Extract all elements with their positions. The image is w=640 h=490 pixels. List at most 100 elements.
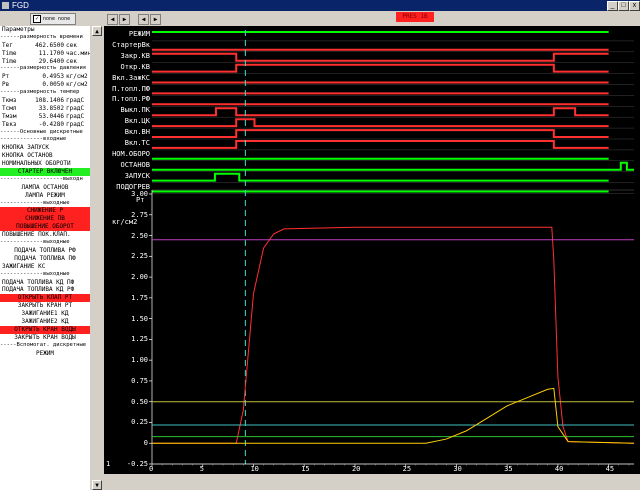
toolbar: ✓ none none ◀ ▶ ◀ ▶ xyxy=(0,11,640,26)
signal-row: СНИЖЕНИЕ Р xyxy=(0,207,90,216)
chart-canvas xyxy=(149,30,635,467)
section-separator: -------------------выходн xyxy=(0,175,83,182)
signal-row: ОТКРЫТЬ КЛАП РТ xyxy=(0,294,90,303)
discrete-label: Вкл.ЦК xyxy=(124,117,150,126)
discrete-signal-trace xyxy=(152,52,609,62)
discrete-signal-trace xyxy=(152,161,634,171)
param-unit: градС xyxy=(66,120,85,128)
param-value: 53.0446 xyxy=(38,112,64,120)
checkbox-mark: ✓ xyxy=(33,14,41,23)
section-separator: ------размерность темпер xyxy=(0,89,80,96)
x-tick-label: 5 xyxy=(199,465,204,473)
signal-row: КНОПКА ОСТАНОВ xyxy=(2,152,53,160)
param-value: 29.6400 xyxy=(38,57,64,65)
param-row: Тмзм 53.0446 градС xyxy=(0,113,90,121)
x-tick-label: 20 xyxy=(351,465,361,473)
checkbox-label: none none xyxy=(43,16,71,22)
discrete-label: Закр.КВ xyxy=(120,51,150,60)
y-tick-label: 2.50 xyxy=(131,231,148,240)
param-row: Ткмз 108.1406 градС xyxy=(0,97,90,105)
signal-row: ПОДАЧА ТОПЛИВА ПФ xyxy=(14,254,76,262)
x-tick-label: 45 xyxy=(605,465,615,473)
param-label: Time xyxy=(2,49,17,57)
signal-row: ЗАЖИГАНИЕ2 КД xyxy=(21,317,69,325)
param-label: Тмзм xyxy=(2,112,17,120)
param-row: Pт 0.4953 кг/см2 xyxy=(0,73,90,81)
signal-row: СТАРТЕР ВКЛЮЧЕН xyxy=(0,168,90,176)
scroll-down-icon[interactable]: ▼ xyxy=(92,480,102,490)
param-unit: кг/см2 xyxy=(66,81,88,89)
y-tick-label: 0 xyxy=(143,439,148,448)
y-tick-label: 2.75 xyxy=(131,210,148,219)
analog-unit-label: кг/см2 xyxy=(112,218,138,226)
signal-row: ПОДАЧА ТОПЛИВА РФ xyxy=(14,246,76,254)
section-separator: -------------входные xyxy=(0,136,67,143)
param-value: 108.1406 xyxy=(35,97,64,105)
param-unit: градС xyxy=(66,112,85,120)
param-value: 0.0050 xyxy=(42,81,64,89)
discrete-label: СтартерВк xyxy=(112,40,150,49)
signal-row: Параметры xyxy=(2,26,35,33)
window-title: FGD xyxy=(12,1,29,10)
trend-chart[interactable]: РЕЖИМ СтартерВк Закр.КВ Откр.КВ Вкл.ЗажКС П.т… xyxy=(104,26,640,490)
param-unit: сек xyxy=(66,57,77,65)
y-tick-label: 0.25 xyxy=(131,418,148,427)
section-separator: -------------выходные xyxy=(0,199,70,206)
bottom-marker: 1 xyxy=(106,460,111,468)
param-value: 0.4953 xyxy=(42,73,64,81)
x-tick-label: 40 xyxy=(554,465,564,473)
page-prev-button[interactable]: ◀ xyxy=(138,14,149,25)
close-button[interactable]: x xyxy=(629,1,640,11)
analog-series-line xyxy=(152,226,635,444)
y-tick-label: 1.00 xyxy=(131,356,148,365)
discrete-label: Откр.КВ xyxy=(120,62,150,71)
y-tick-label: -0.25 xyxy=(126,460,148,468)
param-unit: кг/см2 xyxy=(66,73,88,81)
param-unit: сек xyxy=(66,41,77,49)
discrete-label: П.топл.РФ xyxy=(112,95,150,104)
param-unit: градС xyxy=(66,104,85,112)
y-tick-label: 1.75 xyxy=(131,293,148,302)
signal-row: ЛАМПА ОСТАНОВ xyxy=(21,183,69,191)
signal-row: ЗАКРЫТЬ КРАН ВОДЫ xyxy=(14,333,76,341)
discrete-signal-trace xyxy=(152,129,609,138)
signal-row: РЕЖИМ xyxy=(35,349,55,357)
signal-row: ЗАЖИГАНИЕ КС xyxy=(2,262,46,270)
view-checkbox[interactable]: ✓ none none xyxy=(30,13,76,25)
signal-row: ПОВЫШЕНИЕ ПОК.КЛАП. xyxy=(2,231,71,239)
discrete-signal-trace xyxy=(152,107,609,117)
page-next-button[interactable]: ▶ xyxy=(150,14,161,25)
y-tick-label: 0.50 xyxy=(131,397,148,406)
param-unit: час.мин xyxy=(66,49,90,57)
discrete-label: Вкл.ТС xyxy=(124,139,150,147)
scroll-up-icon[interactable]: ▲ xyxy=(92,26,102,36)
maximize-button[interactable]: □ xyxy=(618,1,629,11)
signal-row: ЗАКРЫТЬ КРАН РТ xyxy=(17,302,73,310)
x-tick-label: 15 xyxy=(301,465,310,473)
param-row: Pв 0.0050 кг/см2 xyxy=(0,81,90,89)
section-separator: -------------выходные xyxy=(0,239,70,246)
discrete-label: Вкл.ВН xyxy=(124,128,150,137)
vertical-scrollbar[interactable]: ▲ ▼ xyxy=(92,26,102,490)
param-unit: градС xyxy=(66,97,85,105)
y-tick-label: 2.00 xyxy=(131,273,148,282)
signal-row: ПОВЫШЕНИЕ ОБОРОТ xyxy=(0,223,90,232)
param-label: Pт xyxy=(2,73,10,81)
signal-row: ЛАМПА РЕЖИМ xyxy=(25,191,65,199)
scroll-left-button[interactable]: ◀ xyxy=(107,14,118,25)
y-tick-label: 3.00 xyxy=(131,190,148,198)
discrete-signal-trace xyxy=(152,63,609,73)
param-row: Time 29.6400 сек xyxy=(0,58,90,66)
discrete-signal-trace xyxy=(152,118,609,128)
scroll-right-button[interactable]: ▶ xyxy=(119,14,130,25)
param-row: Time 11.1700 час.мин xyxy=(0,50,90,58)
discrete-label: РЕЖИМ xyxy=(128,30,150,38)
section-separator: ------размерность давления xyxy=(0,65,87,72)
y-tick-label: 0.75 xyxy=(131,376,148,385)
discrete-label: П.топл.ПФ xyxy=(112,84,150,93)
minimize-button[interactable]: _ xyxy=(607,1,618,11)
y-tick-label: 2.25 xyxy=(131,252,148,261)
horizontal-scrollbar[interactable] xyxy=(104,474,640,490)
param-row: Тег 462.6500 сек xyxy=(0,42,90,50)
section-separator: ------Основные дискретные xyxy=(0,128,83,135)
